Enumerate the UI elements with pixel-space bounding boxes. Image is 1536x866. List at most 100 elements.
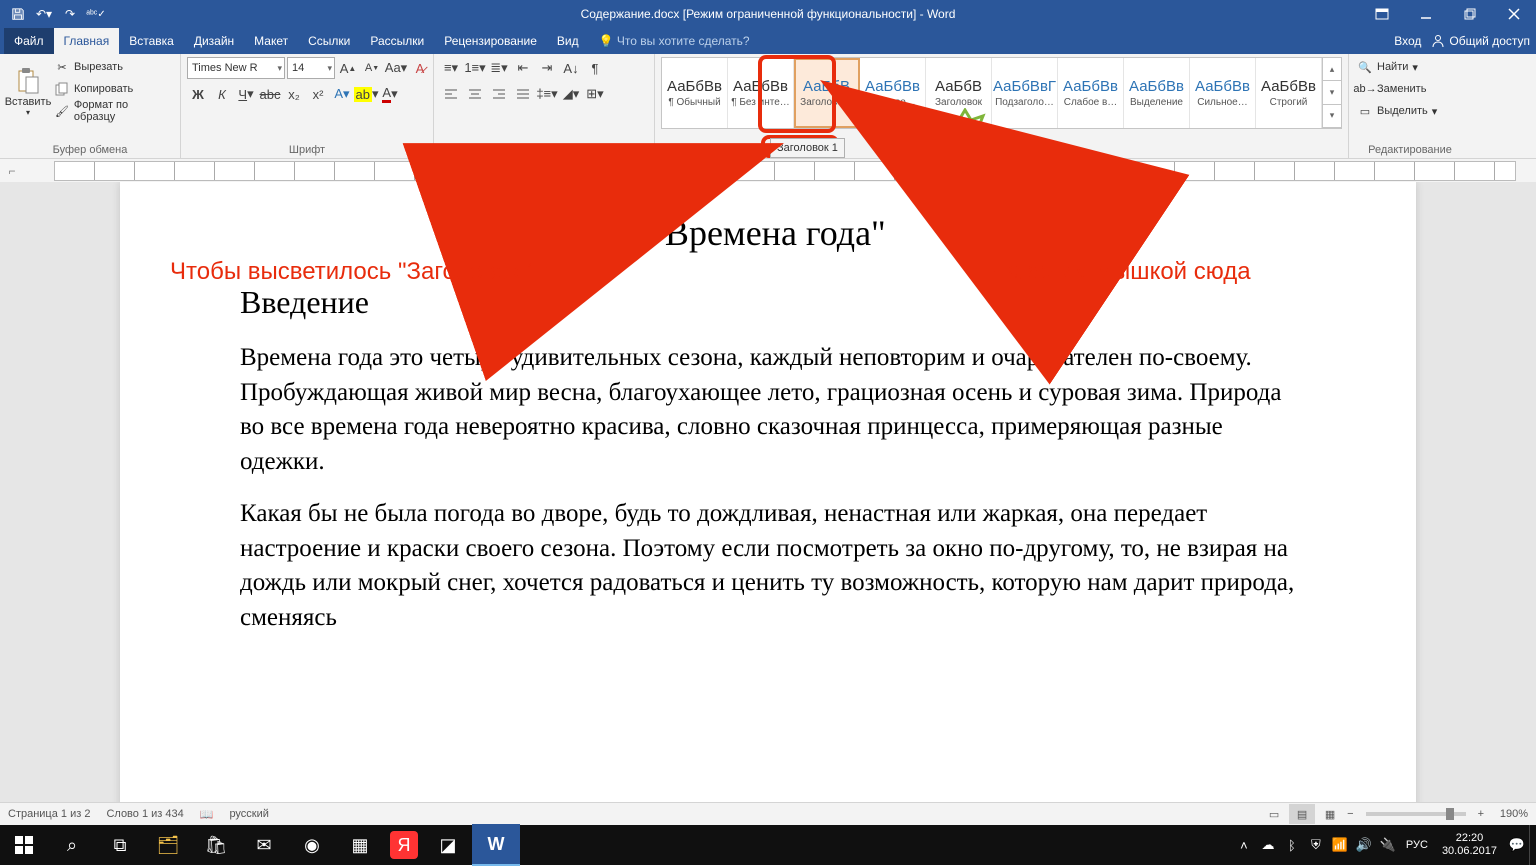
- font-size-combo[interactable]: 14: [287, 57, 335, 79]
- strike-button[interactable]: abc: [259, 83, 281, 105]
- paragraph[interactable]: Времена года это четыре удивительных сез…: [240, 341, 1296, 479]
- bullets-icon[interactable]: ≡▾: [440, 57, 462, 79]
- close-icon[interactable]: [1492, 0, 1536, 28]
- increase-indent-icon[interactable]: ⇥: [536, 57, 558, 79]
- status-language[interactable]: русский: [229, 808, 268, 820]
- tray-chevron-icon[interactable]: ˄: [1232, 825, 1256, 865]
- maximize-icon[interactable]: [1448, 0, 1492, 28]
- share-button[interactable]: Общий доступ: [1431, 34, 1530, 48]
- taskview-icon[interactable]: ⧉: [96, 825, 144, 865]
- underline-button[interactable]: Ч▾: [235, 83, 257, 105]
- save-icon[interactable]: [6, 3, 30, 25]
- web-layout-icon[interactable]: ▦: [1317, 804, 1343, 824]
- input-lang[interactable]: РУС: [1400, 825, 1434, 865]
- undo-icon[interactable]: ↶▾: [32, 3, 56, 25]
- show-desktop[interactable]: [1529, 825, 1536, 865]
- start-icon[interactable]: [0, 825, 48, 865]
- font-name-combo[interactable]: Times New R: [187, 57, 285, 79]
- zoom-slider[interactable]: [1366, 812, 1466, 816]
- align-left-icon[interactable]: [440, 83, 462, 105]
- bold-button[interactable]: Ж: [187, 83, 209, 105]
- onedrive-icon[interactable]: ☁: [1256, 825, 1280, 865]
- minimize-icon[interactable]: [1404, 0, 1448, 28]
- bluetooth-icon[interactable]: ᛒ: [1280, 825, 1304, 865]
- zoom-value[interactable]: 190%: [1488, 808, 1528, 820]
- replace-button[interactable]: ab→Заменить: [1355, 79, 1428, 99]
- text-effects-icon[interactable]: A▾: [331, 83, 353, 105]
- status-words[interactable]: Слово 1 из 434: [106, 808, 183, 820]
- zoom-in-icon[interactable]: +: [1478, 808, 1484, 820]
- style-item[interactable]: АаБбВвСтрогий: [1256, 58, 1322, 128]
- superscript-button[interactable]: x²: [307, 83, 329, 105]
- network-icon[interactable]: 📶: [1328, 825, 1352, 865]
- shading-icon[interactable]: ◢▾: [560, 83, 582, 105]
- font-color-icon[interactable]: A▾: [379, 83, 401, 105]
- mail-icon[interactable]: ✉: [240, 825, 288, 865]
- justify-icon[interactable]: [512, 83, 534, 105]
- shrink-font-icon[interactable]: A▼: [361, 57, 383, 79]
- show-marks-icon[interactable]: ¶: [584, 57, 606, 79]
- action-center-icon[interactable]: 💬: [1505, 825, 1529, 865]
- signin-button[interactable]: Вход: [1394, 34, 1421, 48]
- style-item[interactable]: АаБбВв¶ Обычный: [662, 58, 728, 128]
- style-item[interactable]: АаБбВЗаголово…: [794, 58, 860, 128]
- tab-layout[interactable]: Макет: [244, 28, 298, 54]
- store-icon[interactable]: 🛍: [192, 825, 240, 865]
- chrome-icon[interactable]: ◉: [288, 825, 336, 865]
- read-mode-icon[interactable]: ▭: [1261, 804, 1287, 824]
- tab-references[interactable]: Ссылки: [298, 28, 360, 54]
- tab-home[interactable]: Главная: [54, 28, 120, 54]
- qat-customize-icon[interactable]: ᵃᵇᶜ✓: [84, 3, 108, 25]
- styles-more[interactable]: ▴▾▾: [1322, 58, 1341, 128]
- print-layout-icon[interactable]: ▤: [1289, 804, 1315, 824]
- volume-icon[interactable]: 🔊: [1352, 825, 1376, 865]
- style-item[interactable]: АаБбВвСильное…: [1190, 58, 1256, 128]
- paste-button[interactable]: Вставить▾: [6, 57, 50, 127]
- status-proofing-icon[interactable]: 📖: [200, 808, 214, 821]
- tab-view[interactable]: Вид: [547, 28, 589, 54]
- styles-gallery[interactable]: АаБбВв¶ ОбычныйАаБбВв¶ Без инте…АаБбВЗаг…: [661, 57, 1342, 129]
- power-icon[interactable]: 🔌: [1376, 825, 1400, 865]
- align-center-icon[interactable]: [464, 83, 486, 105]
- tab-mailings[interactable]: Рассылки: [360, 28, 434, 54]
- style-item[interactable]: АаБбВваголово…: [860, 58, 926, 128]
- subscript-button[interactable]: x₂: [283, 83, 305, 105]
- horizontal-ruler[interactable]: [54, 161, 1516, 181]
- grow-font-icon[interactable]: A▲: [337, 57, 359, 79]
- borders-icon[interactable]: ⊞▾: [584, 83, 606, 105]
- style-item[interactable]: АаБбВв¶ Без инте…: [728, 58, 794, 128]
- document-title[interactable]: "Времена года": [240, 212, 1296, 254]
- tell-me[interactable]: 💡 Что вы хотите сделать?: [589, 28, 760, 54]
- multilevel-icon[interactable]: ≣▾: [488, 57, 510, 79]
- find-button[interactable]: 🔍Найти ▾: [1355, 57, 1420, 77]
- tab-insert[interactable]: Вставка: [119, 28, 184, 54]
- change-case-icon[interactable]: Aa▾: [385, 57, 407, 79]
- style-item[interactable]: АаБбВвВыделение: [1124, 58, 1190, 128]
- redo-icon[interactable]: ↷: [58, 3, 82, 25]
- style-item[interactable]: АаБбВвСлабое в…: [1058, 58, 1124, 128]
- app-icon[interactable]: ◪: [424, 825, 472, 865]
- word-icon[interactable]: W: [472, 824, 520, 866]
- decrease-indent-icon[interactable]: ⇤: [512, 57, 534, 79]
- style-item[interactable]: АаБбВвГПодзаголо…: [992, 58, 1058, 128]
- tab-review[interactable]: Рецензирование: [434, 28, 547, 54]
- cut-button[interactable]: ✂Вырезать: [52, 57, 174, 77]
- ribbon-options-icon[interactable]: [1360, 0, 1404, 28]
- italic-button[interactable]: К: [211, 83, 233, 105]
- style-item[interactable]: АаБбВЗаголовок: [926, 58, 992, 128]
- align-right-icon[interactable]: [488, 83, 510, 105]
- defender-icon[interactable]: ⛨: [1304, 825, 1328, 865]
- line-spacing-icon[interactable]: ‡≡▾: [536, 83, 558, 105]
- app-icon[interactable]: ▦: [336, 825, 384, 865]
- select-button[interactable]: ▭Выделить ▾: [1355, 101, 1439, 121]
- highlight-icon[interactable]: ab▾: [355, 83, 377, 105]
- sort-icon[interactable]: A↓: [560, 57, 582, 79]
- tab-selector-icon[interactable]: ⌐: [0, 164, 24, 178]
- tab-file[interactable]: Файл: [4, 28, 54, 54]
- yandex-icon[interactable]: Я: [390, 831, 418, 859]
- status-page[interactable]: Страница 1 из 2: [8, 808, 90, 820]
- paragraph[interactable]: Какая бы не была погода во дворе, будь т…: [240, 497, 1296, 635]
- numbering-icon[interactable]: 1≡▾: [464, 57, 486, 79]
- clock[interactable]: 22:2030.06.2017: [1434, 832, 1505, 858]
- zoom-out-icon[interactable]: −: [1347, 808, 1353, 820]
